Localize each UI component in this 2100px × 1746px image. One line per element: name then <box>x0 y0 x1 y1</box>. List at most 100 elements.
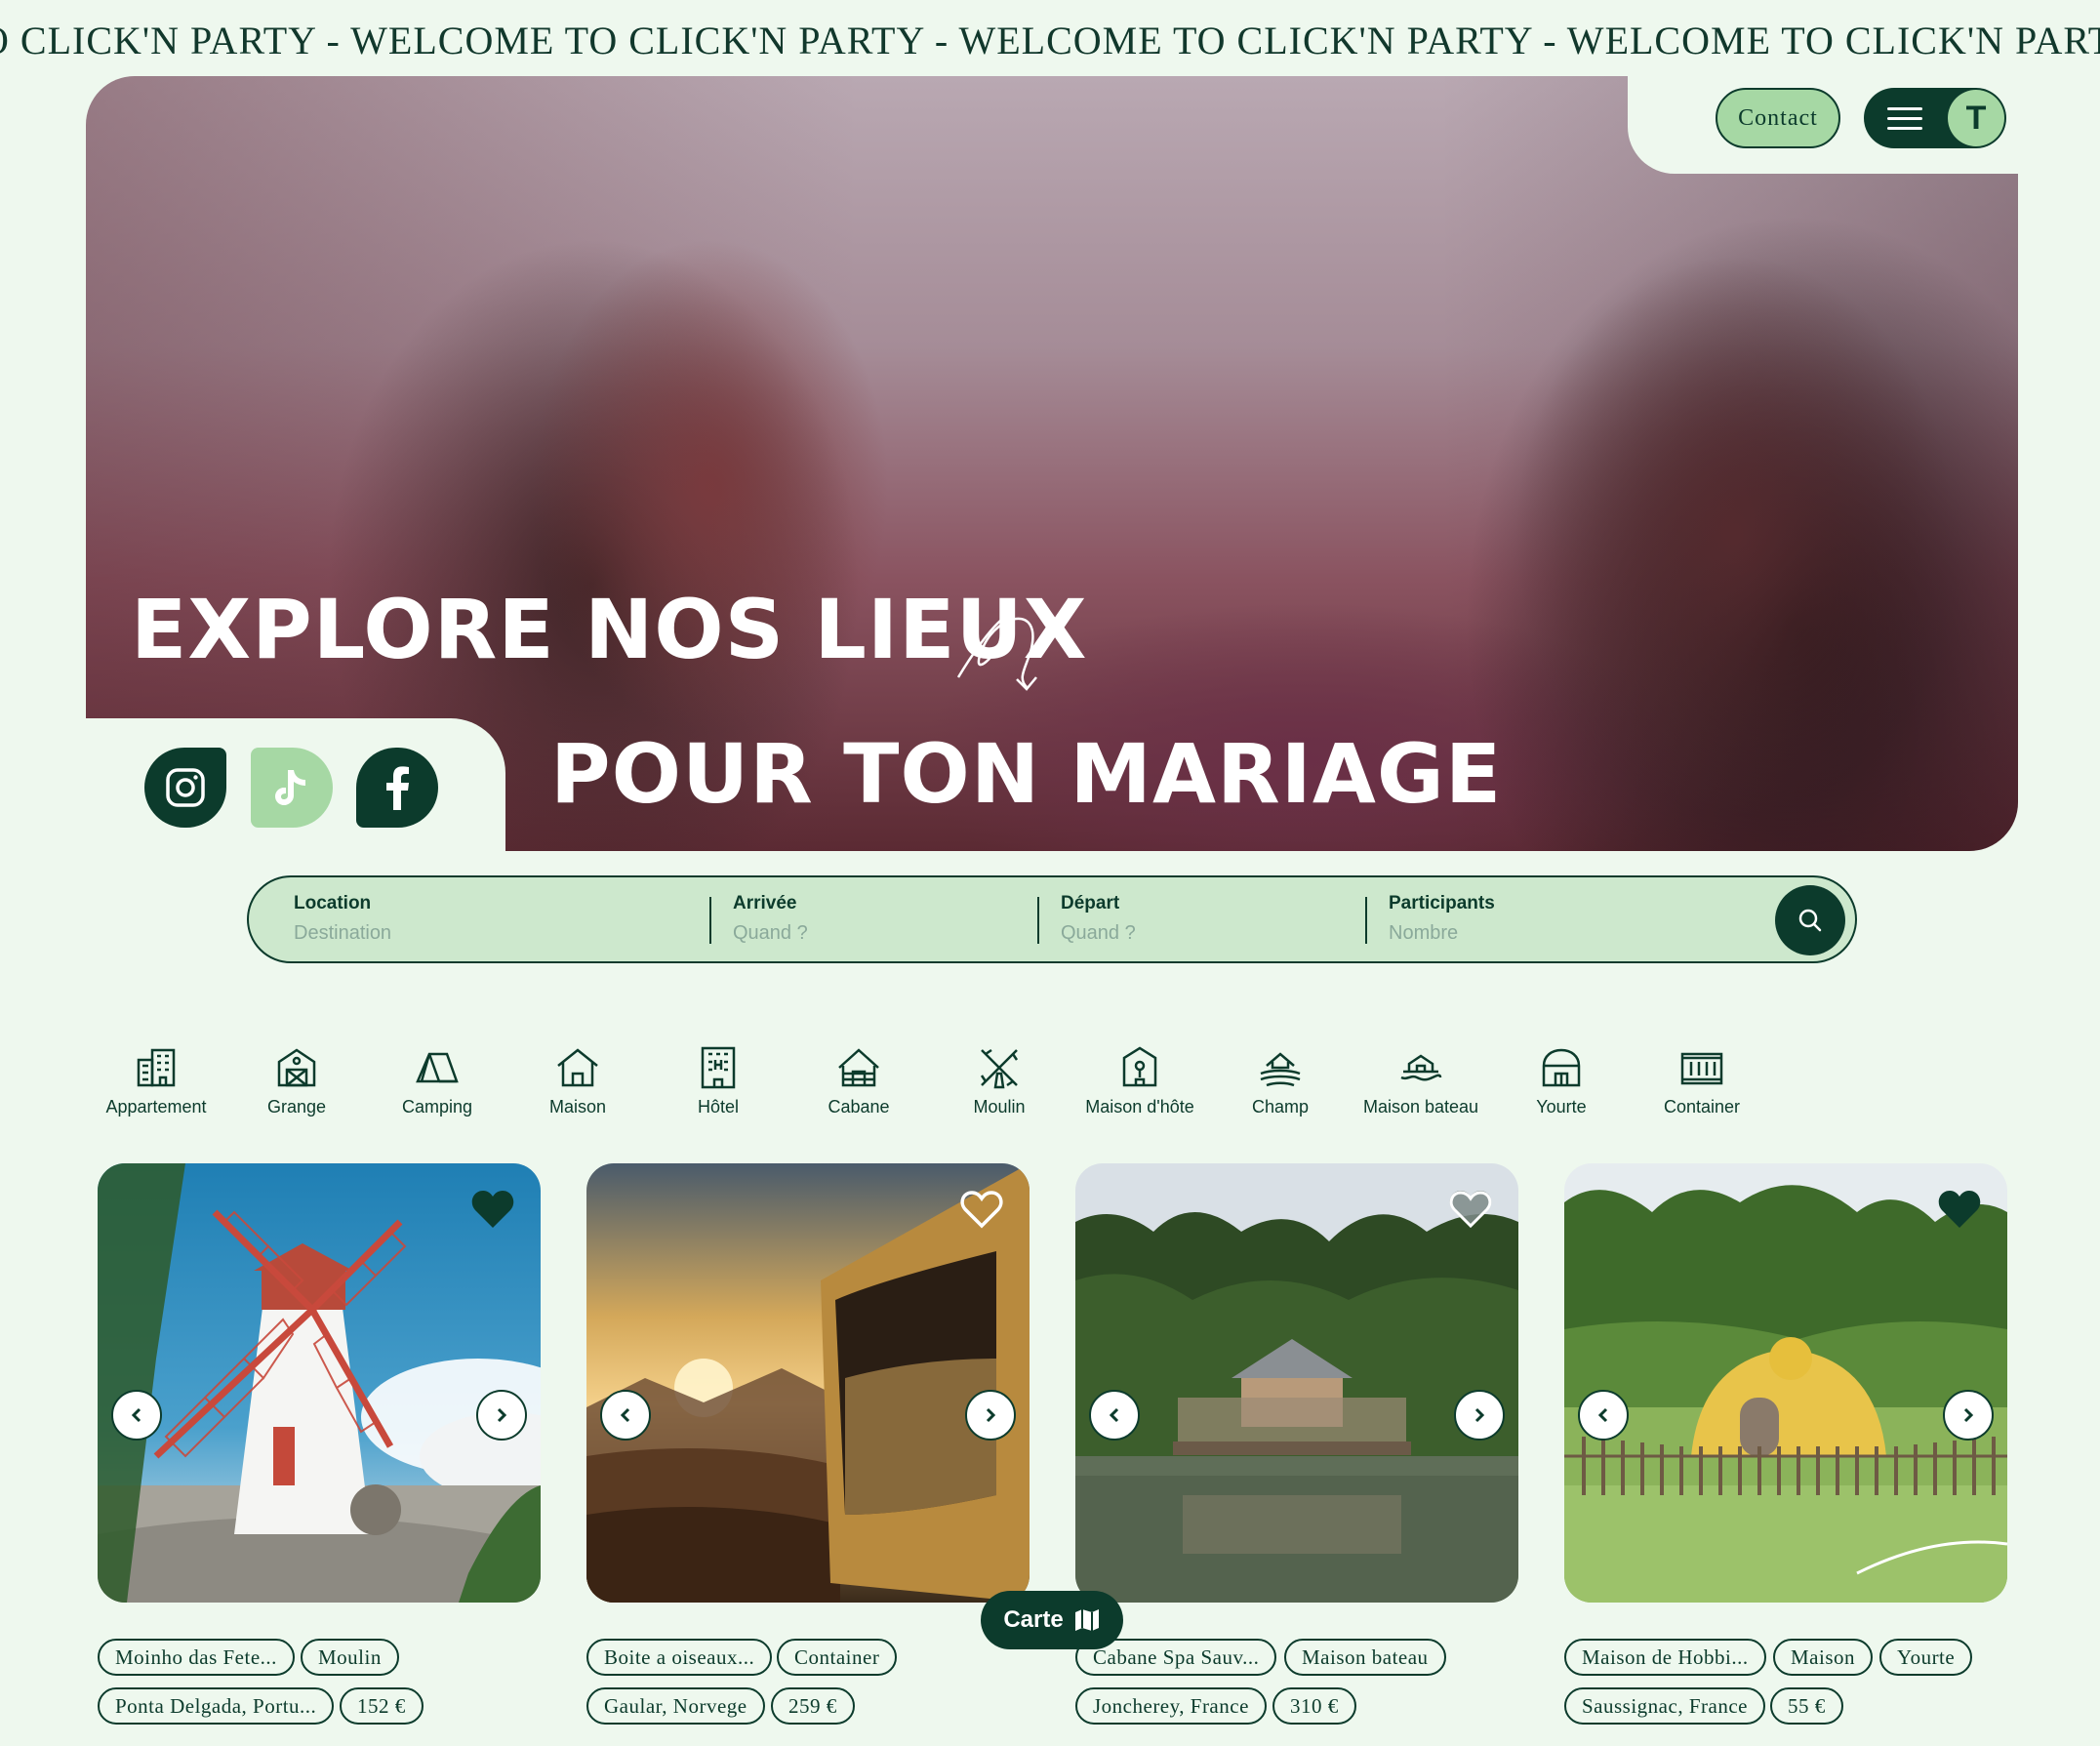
previous-image-button[interactable] <box>111 1390 162 1441</box>
category-maison-bateau[interactable]: Maison bateau <box>1351 1044 1491 1117</box>
menu-button[interactable]: T <box>1864 88 2006 148</box>
search-icon <box>1798 909 1822 932</box>
tiktok-icon <box>275 770 305 805</box>
tiktok-button[interactable] <box>251 748 333 828</box>
category-label: Cabane <box>828 1097 890 1117</box>
guesthouse-icon <box>1122 1046 1157 1087</box>
yurt-icon <box>1542 1048 1581 1087</box>
category-label: Maison bateau <box>1362 1097 1479 1117</box>
category-maison-dhote[interactable]: Maison d'hôte <box>1070 1044 1210 1117</box>
previous-image-button[interactable] <box>1578 1390 1629 1441</box>
category-moulin[interactable]: Moulin <box>929 1044 1070 1117</box>
category-label: Camping <box>401 1097 473 1117</box>
category-grange[interactable]: Grange <box>226 1044 367 1117</box>
category-label: Moulin <box>973 1097 1026 1117</box>
category-camping[interactable]: Camping <box>367 1044 507 1117</box>
listing-card-image[interactable] <box>1075 1163 1518 1603</box>
arrival-label: Arrivée <box>733 893 797 914</box>
next-image-button[interactable] <box>1943 1390 1994 1441</box>
arrival-placeholder: Quand ? <box>733 922 808 944</box>
tent-icon <box>416 1052 459 1083</box>
instagram-icon <box>166 768 205 807</box>
chevron-right-icon <box>497 1407 507 1423</box>
map-button-label: Carte <box>1003 1606 1064 1633</box>
participants-placeholder: Nombre <box>1389 922 1459 944</box>
listing-location[interactable]: Saussignac, France <box>1564 1687 1765 1725</box>
departure-placeholder: Quand ? <box>1061 922 1136 944</box>
category-label: Hôtel <box>697 1097 740 1117</box>
category-yourte[interactable]: Yourte <box>1491 1044 1632 1117</box>
listing-type[interactable]: Maison <box>1773 1639 1873 1676</box>
category-label: Grange <box>266 1097 327 1117</box>
chevron-right-icon <box>1474 1407 1485 1423</box>
category-cabane[interactable]: Cabane <box>788 1044 929 1117</box>
field-icon <box>1260 1052 1301 1087</box>
previous-image-button[interactable] <box>600 1390 651 1441</box>
listing-name[interactable]: Moinho das Fete... <box>98 1639 295 1676</box>
search-button[interactable] <box>1775 885 1845 955</box>
marquee-text: O CLICK'N PARTY - WELCOME TO CLICK'N PAR… <box>0 19 2100 62</box>
departure-field[interactable]: Départ Quand ? <box>1061 893 1136 945</box>
listing-type[interactable]: Maison bateau <box>1284 1639 1446 1676</box>
contact-button[interactable]: Contact <box>1716 88 1840 148</box>
hotel-icon <box>701 1046 736 1089</box>
location-field[interactable]: Location Destination <box>294 893 391 945</box>
participants-label: Participants <box>1389 893 1495 914</box>
listing-card-image[interactable] <box>1564 1163 2007 1603</box>
facebook-icon <box>386 766 409 810</box>
category-appartement[interactable]: Appartement <box>86 1044 226 1117</box>
chevron-left-icon <box>1597 1407 1608 1423</box>
listing-location[interactable]: Ponta Delgada, Portu... <box>98 1687 335 1725</box>
category-label: Maison d'hôte <box>1085 1097 1194 1117</box>
listing-location[interactable]: Joncherey, France <box>1075 1687 1267 1725</box>
instagram-button[interactable] <box>144 748 226 828</box>
listing-type[interactable]: Moulin <box>301 1639 399 1676</box>
map-icon <box>1074 1609 1099 1631</box>
house-icon <box>557 1048 598 1087</box>
map-button[interactable]: Carte <box>981 1591 1123 1649</box>
category-container[interactable]: Container <box>1632 1044 1772 1117</box>
arrival-field[interactable]: Arrivée Quand ? <box>733 893 808 945</box>
listing-type-secondary[interactable]: Yourte <box>1879 1639 1973 1676</box>
listing-name[interactable]: Maison de Hobbi... <box>1564 1639 1766 1676</box>
listing-price[interactable]: 55 € <box>1770 1687 1843 1725</box>
hero-title-line-1: EXPLORE NOS LIEUX <box>131 582 1088 677</box>
next-image-button[interactable] <box>476 1390 527 1441</box>
swirl-arrow-icon <box>956 615 1037 691</box>
listing-name[interactable]: Boite a oiseaux... <box>586 1639 773 1676</box>
chevron-left-icon <box>620 1407 630 1423</box>
category-maison[interactable]: Maison <box>507 1044 648 1117</box>
listing-card-image[interactable] <box>98 1163 541 1603</box>
listing-type[interactable]: Container <box>777 1639 898 1676</box>
chevron-right-icon <box>986 1407 996 1423</box>
category-label: Yourte <box>1536 1097 1587 1117</box>
departure-label: Départ <box>1061 893 1120 914</box>
location-placeholder: Destination <box>294 922 392 944</box>
heart-icon[interactable] <box>959 1189 1004 1230</box>
category-label: Container <box>1663 1097 1741 1117</box>
container-icon <box>1680 1052 1723 1085</box>
listing-price[interactable]: 310 € <box>1272 1687 1356 1725</box>
category-hotel[interactable]: Hôtel <box>648 1044 788 1117</box>
houseboat-icon <box>1400 1054 1442 1081</box>
heart-icon[interactable] <box>470 1189 515 1230</box>
heart-icon[interactable] <box>1448 1189 1493 1230</box>
next-image-button[interactable] <box>965 1390 1016 1441</box>
windmill-icon <box>980 1048 1019 1089</box>
heart-icon[interactable] <box>1937 1189 1982 1230</box>
listing-price[interactable]: 152 € <box>340 1687 424 1725</box>
avatar[interactable]: T <box>1948 90 2004 146</box>
chevron-left-icon <box>131 1407 141 1423</box>
facebook-button[interactable] <box>356 748 438 828</box>
hamburger-icon <box>1887 105 1926 131</box>
category-champ[interactable]: Champ <box>1210 1044 1351 1117</box>
previous-image-button[interactable] <box>1089 1390 1140 1441</box>
barn-icon <box>277 1048 316 1087</box>
listing-card-image[interactable] <box>586 1163 1030 1603</box>
divider <box>709 897 711 944</box>
participants-field[interactable]: Participants Nombre <box>1389 893 1495 945</box>
listing-price[interactable]: 259 € <box>771 1687 855 1725</box>
next-image-button[interactable] <box>1454 1390 1505 1441</box>
listing-location[interactable]: Gaular, Norvege <box>586 1687 765 1725</box>
location-label: Location <box>294 893 372 914</box>
